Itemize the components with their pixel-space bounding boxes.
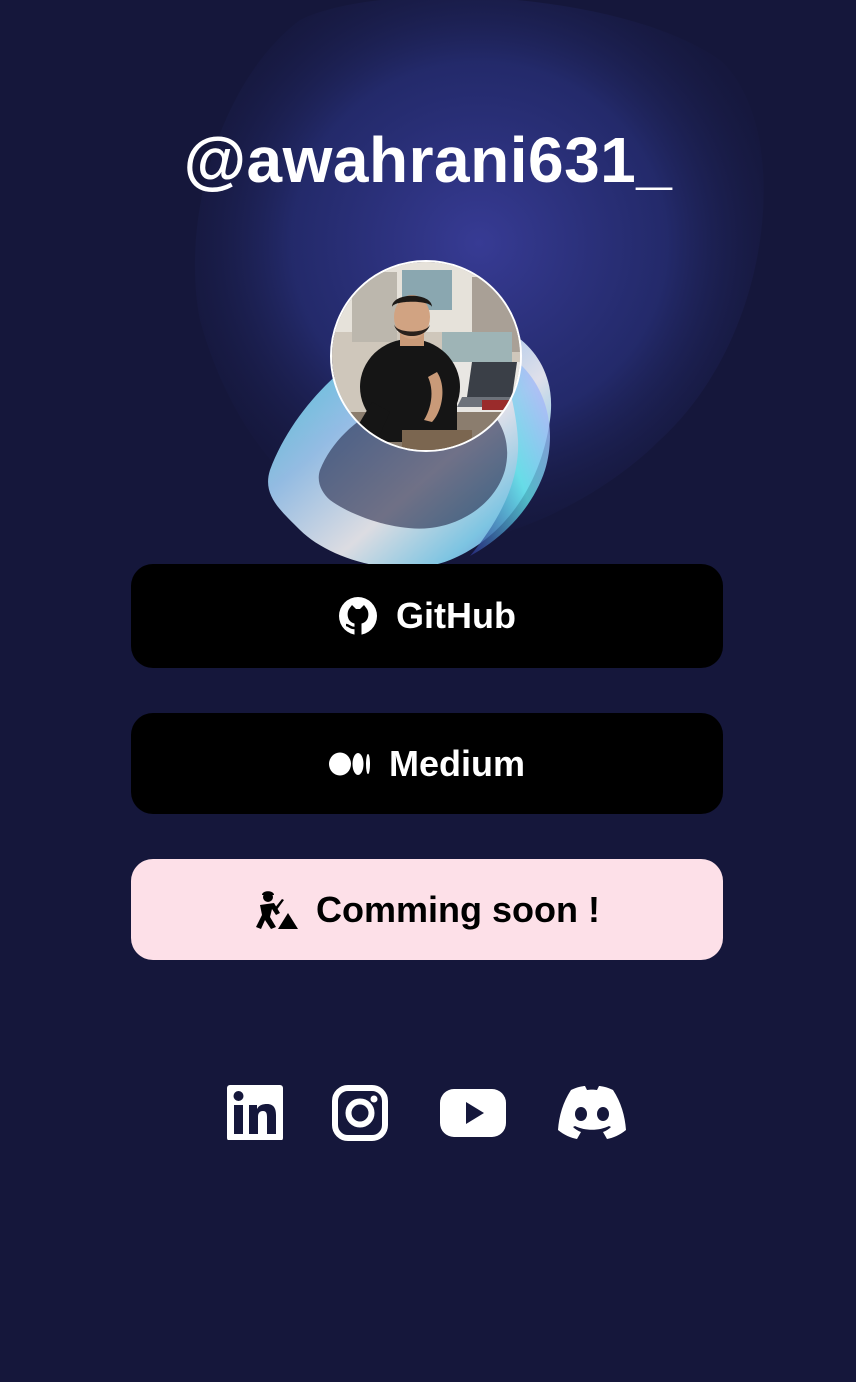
instagram-icon[interactable] xyxy=(332,1084,388,1147)
github-link-label: GitHub xyxy=(396,595,516,636)
youtube-icon[interactable] xyxy=(440,1084,506,1145)
coming-soon-button[interactable]: Comming soon ! xyxy=(131,859,723,960)
github-link-button[interactable]: GitHub xyxy=(131,564,723,668)
discord-icon[interactable] xyxy=(557,1084,627,1145)
medium-link-label: Medium xyxy=(388,742,525,784)
linkedin-icon[interactable] xyxy=(227,1084,283,1145)
social-links xyxy=(0,1084,856,1144)
profile-handle: @awahrani631_ xyxy=(183,124,673,196)
coming-soon-label: Comming soon ! xyxy=(316,888,600,930)
github-icon xyxy=(338,596,378,636)
construction-worker-icon xyxy=(254,890,298,929)
medium-icon xyxy=(328,751,371,777)
medium-link-button[interactable]: Medium xyxy=(131,713,723,814)
avatar xyxy=(330,260,522,452)
